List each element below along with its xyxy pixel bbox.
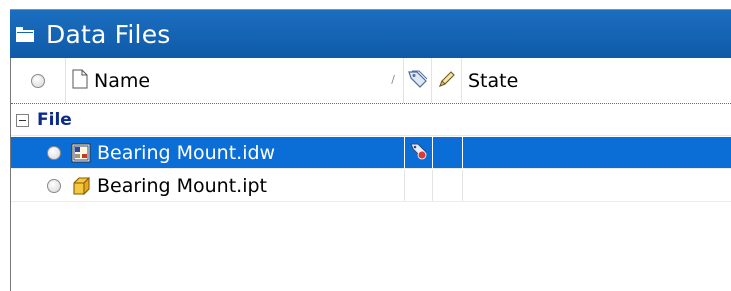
column-header-row: Name / State [11, 58, 731, 104]
panel-title: Data Files [46, 19, 171, 49]
row-select-cell[interactable] [41, 170, 67, 201]
top-strip [0, 0, 731, 9]
table-row[interactable]: Bearing Mount.ipt [11, 170, 731, 202]
radio-icon [31, 73, 45, 88]
header-name-column[interactable]: Name / [66, 58, 404, 103]
file-name: Bearing Mount.idw [97, 141, 276, 164]
file-name: Bearing Mount.ipt [97, 174, 267, 197]
row-state-cell [462, 170, 731, 201]
group-label: File [37, 110, 72, 130]
row-status-cell [404, 137, 432, 168]
header-state-column[interactable]: State [462, 58, 731, 103]
row-status-cell [404, 170, 432, 201]
drawing-icon [71, 143, 91, 163]
pencil-icon [437, 69, 457, 93]
row-name-cell[interactable]: Bearing Mount.idw [67, 137, 404, 168]
table-row[interactable]: Bearing Mount.idw [11, 137, 731, 169]
header-select-column[interactable] [11, 58, 66, 103]
state-column-label: State [468, 69, 519, 92]
row-edit-cell [432, 170, 462, 201]
sort-indicator-icon: / [391, 73, 395, 86]
name-column-label: Name [94, 69, 151, 92]
row-select-cell[interactable] [41, 137, 67, 168]
header-edit-column[interactable] [432, 58, 462, 103]
row-name-cell[interactable]: Bearing Mount.ipt [67, 170, 404, 201]
folder-icon [14, 23, 36, 45]
document-icon [72, 69, 88, 93]
tag-icon [407, 69, 429, 93]
collapse-toggle-icon[interactable] [16, 113, 29, 127]
row-state-cell [462, 137, 731, 168]
radio-icon[interactable] [47, 178, 61, 193]
group-header-file[interactable]: File [11, 105, 731, 136]
left-edge [0, 9, 10, 291]
header-checkout-column[interactable] [404, 58, 432, 103]
checked-out-tag-icon [409, 141, 429, 165]
panel-title-bar: Data Files [10, 9, 731, 58]
row-edit-cell [432, 137, 462, 168]
radio-icon[interactable] [47, 145, 61, 160]
part-icon [71, 176, 91, 196]
